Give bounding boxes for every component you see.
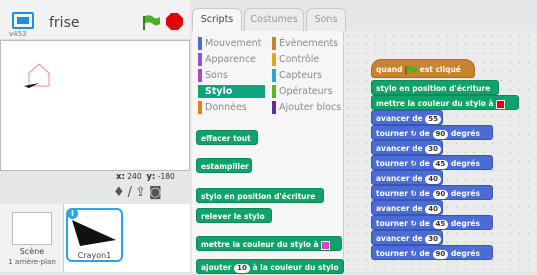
palette-pen-up-block[interactable]: relever le stylo xyxy=(196,208,272,223)
move-block[interactable]: avancer de 30 xyxy=(371,140,443,155)
pen-down-block[interactable]: stylo en position d'écriture xyxy=(371,80,499,95)
category-sensing[interactable]: Capteurs xyxy=(272,69,344,82)
set-pen-color-block[interactable]: mettre la couleur du stylo à xyxy=(371,95,519,110)
green-flag-icon[interactable] xyxy=(142,14,162,30)
green-flag-icon xyxy=(405,65,418,75)
move-block[interactable]: avancer de 30 xyxy=(371,230,443,245)
palette-clear-block[interactable]: effacer tout xyxy=(196,130,258,145)
turn-right-block[interactable]: tourner ↻ de 45 degrés xyxy=(371,215,493,230)
turn-right-block[interactable]: tourner ↻ de 90 degrés xyxy=(371,125,493,140)
backdrop-count: 1 arrière-plan xyxy=(8,258,56,266)
category-more-blocks[interactable]: Ajouter blocs xyxy=(272,101,344,114)
version-label: v453 xyxy=(9,30,27,38)
fullscreen-icon[interactable] xyxy=(12,12,34,29)
stage[interactable] xyxy=(0,40,190,171)
upload-sprite-icon[interactable]: ⇪ xyxy=(135,185,149,200)
pen-color-swatch[interactable] xyxy=(321,240,331,250)
stage-drawing xyxy=(24,63,50,88)
palette-pen-down-block[interactable]: stylo en position d'écriture xyxy=(196,188,324,203)
scene-label: Scène xyxy=(19,247,45,256)
when-flag-clicked-block[interactable]: quand est cliqué xyxy=(371,59,475,78)
palette-set-pen-color-block[interactable]: mettre la couleur du stylo à xyxy=(196,236,342,251)
tab-costumes[interactable]: Costumes xyxy=(244,8,304,31)
category-data[interactable]: Données xyxy=(198,101,266,114)
move-block[interactable]: avancer de 40 xyxy=(371,200,443,215)
turn-right-block[interactable]: tourner ↻ de 90 degrés xyxy=(371,245,493,260)
mouse-coords: x: 240 y: -180 xyxy=(116,172,175,182)
sprite-costume-icon xyxy=(72,220,116,246)
backdrop-thumbnail[interactable] xyxy=(12,212,52,245)
category-operators[interactable]: Opérateurs xyxy=(272,85,344,98)
turn-right-block[interactable]: tourner ↻ de 45 degrés xyxy=(371,155,493,170)
tab-sounds[interactable]: Sons xyxy=(306,8,346,31)
move-block[interactable]: avancer de 40 xyxy=(371,170,443,185)
sprite-name: Crayon1 xyxy=(77,251,112,260)
category-events[interactable]: Évènements xyxy=(272,37,344,50)
category-motion[interactable]: Mouvement xyxy=(198,37,266,50)
turn-right-block[interactable]: tourner ↻ de 90 degrés xyxy=(371,185,493,200)
category-control[interactable]: Contrôle xyxy=(272,53,344,66)
tab-scripts[interactable]: Scripts xyxy=(192,8,242,31)
category-pen[interactable]: Stylo xyxy=(198,85,265,98)
category-sound[interactable]: Sons xyxy=(198,69,266,82)
project-title[interactable]: frise xyxy=(49,15,79,31)
camera-icon[interactable]: ◙ xyxy=(149,185,165,200)
script-color-swatch[interactable] xyxy=(496,99,506,109)
sprite-info-icon[interactable]: i xyxy=(67,208,78,219)
paint-sprite-icon[interactable]: / xyxy=(128,185,135,200)
new-sprite-tools: ♦/⇪◙ xyxy=(113,185,165,200)
category-looks[interactable]: Apparence xyxy=(198,53,266,66)
move-block[interactable]: avancer de 55 xyxy=(371,110,443,125)
palette-stamp-block[interactable]: estampiller xyxy=(196,158,252,173)
sprite-library-icon[interactable]: ♦ xyxy=(113,185,128,200)
stop-icon[interactable] xyxy=(166,13,183,30)
